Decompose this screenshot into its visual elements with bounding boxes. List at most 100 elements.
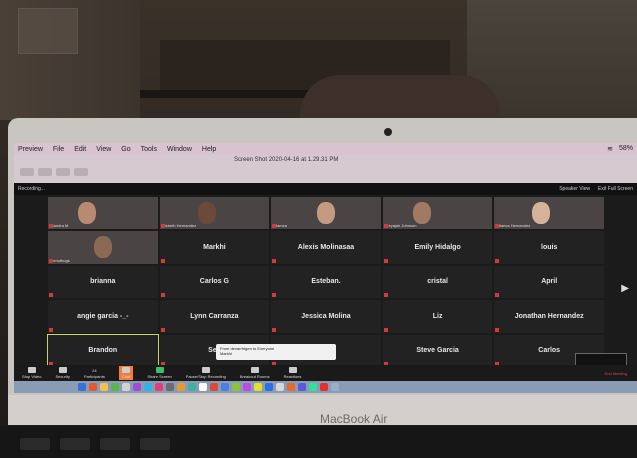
dock-app-icon[interactable] bbox=[221, 383, 229, 391]
participant-tile[interactable]: Emily Hidalgo bbox=[382, 231, 493, 264]
chat-icon bbox=[122, 367, 131, 373]
dock-app-icon[interactable] bbox=[265, 383, 273, 391]
participant-name: Alexis Molinasaa bbox=[297, 244, 355, 252]
participant-video bbox=[532, 202, 551, 224]
muted-mic-icon bbox=[49, 293, 53, 298]
participant-tile[interactable]: angie garcia -_- bbox=[48, 300, 158, 333]
participant-tile[interactable]: Lynn Carranza bbox=[159, 300, 270, 333]
zoom-in-button[interactable] bbox=[56, 168, 70, 176]
dock-app-icon[interactable] bbox=[100, 383, 108, 391]
dock-app-icon[interactable] bbox=[122, 383, 130, 391]
laptop-keyboard bbox=[0, 426, 637, 458]
participant-tile[interactable]: Carlos G bbox=[159, 265, 270, 299]
participant-name: louis bbox=[541, 244, 558, 252]
photo-scene: Preview File Edit View Go Tools Window H… bbox=[0, 0, 637, 458]
reactions-button[interactable]: Reactions bbox=[284, 367, 301, 379]
chat-label: Chat bbox=[121, 374, 131, 379]
sidebar-toggle-button[interactable] bbox=[20, 168, 34, 176]
breakout-rooms-button[interactable]: Breakout Rooms bbox=[240, 367, 270, 379]
speaker-view-button[interactable]: Speaker View bbox=[559, 186, 590, 192]
menu-window[interactable]: Window bbox=[167, 146, 192, 153]
dock-app-icon[interactable] bbox=[287, 383, 295, 391]
participant-tile[interactable]: louis bbox=[494, 231, 604, 264]
participant-tile[interactable]: Markhi bbox=[159, 231, 270, 264]
keyboard-key bbox=[140, 438, 170, 450]
muted-mic-icon bbox=[160, 224, 165, 229]
participant-grid: Sandra M Lisbeth Hernandez Hamza Keyajah Jo… bbox=[47, 197, 604, 369]
chat-button[interactable]: Chat bbox=[118, 366, 134, 380]
muted-mic-icon bbox=[495, 258, 500, 263]
participant-tile[interactable]: brianna bbox=[48, 265, 158, 299]
dock-app-icon[interactable] bbox=[254, 383, 262, 391]
security-button[interactable]: Security bbox=[56, 367, 70, 379]
dock-app-icon[interactable] bbox=[298, 383, 306, 391]
next-page-icon[interactable]: ▶ bbox=[621, 283, 629, 294]
participant-name: Jessica Molina bbox=[301, 312, 351, 320]
menu-help[interactable]: Help bbox=[202, 146, 216, 153]
dock-app-icon[interactable] bbox=[144, 383, 152, 391]
participant-name: Steve Garcia bbox=[416, 347, 459, 355]
participant-tile[interactable]: Steve Garcia bbox=[382, 334, 493, 367]
muted-mic-icon bbox=[49, 258, 53, 263]
menu-go[interactable]: Go bbox=[121, 146, 130, 153]
dock-app-icon[interactable] bbox=[210, 383, 218, 391]
camera-icon bbox=[384, 128, 392, 136]
end-meeting-button[interactable]: End Meeting bbox=[605, 371, 627, 376]
menubar-status: ≋ 58% bbox=[607, 145, 637, 153]
participant-tile[interactable]: Alexis Molinasaa bbox=[271, 231, 381, 264]
dock-app-icon[interactable] bbox=[276, 383, 284, 391]
muted-mic-icon bbox=[272, 293, 277, 298]
dock-app-icon[interactable] bbox=[111, 383, 119, 391]
participant-tile[interactable]: Esteban. bbox=[271, 265, 381, 299]
participants-label: Participants bbox=[83, 373, 105, 379]
participant-name: brianna bbox=[90, 278, 116, 286]
dock-app-icon[interactable] bbox=[166, 383, 174, 391]
share-screen-button[interactable]: Share Screen bbox=[147, 367, 172, 379]
keyboard-key bbox=[100, 438, 130, 450]
participant-tile[interactable]: Hamza bbox=[271, 197, 381, 230]
participants-button[interactable]: 24 Participants bbox=[84, 368, 105, 379]
dock-app-icon[interactable] bbox=[155, 383, 163, 391]
menu-file[interactable]: File bbox=[53, 146, 64, 153]
participant-tile[interactable]: Lisbeth Hernandez bbox=[159, 197, 270, 230]
wall-poster bbox=[18, 8, 78, 54]
dock-app-icon[interactable] bbox=[133, 383, 141, 391]
chat-notification-sender: Markhi bbox=[220, 351, 233, 356]
participant-tile[interactable]: Jonathan Hernandez bbox=[494, 300, 604, 333]
dock-app-icon[interactable] bbox=[232, 383, 240, 391]
participant-tile[interactable]: Keyajah Johnson bbox=[382, 197, 493, 230]
dock-app-icon[interactable] bbox=[89, 383, 97, 391]
pause-recording-button[interactable]: Pause/Stop Recording bbox=[186, 367, 226, 379]
participant-tile[interactable]: Brandon bbox=[47, 333, 159, 369]
participant-tile[interactable]: Liz bbox=[382, 300, 493, 333]
chat-notification[interactable]: From devarrhtgen to Everyone Markhi bbox=[216, 344, 336, 360]
stop-video-label: Stop Video bbox=[22, 374, 42, 379]
pause-icon bbox=[201, 367, 210, 373]
dock-app-icon[interactable] bbox=[199, 383, 207, 391]
dock-app-icon[interactable] bbox=[78, 383, 86, 391]
participant-tile[interactable]: denuthugs bbox=[48, 231, 158, 264]
menu-preview[interactable]: Preview bbox=[18, 146, 43, 153]
dock-app-icon[interactable] bbox=[243, 383, 251, 391]
exit-fullscreen-button[interactable]: Exit Full Screen bbox=[598, 186, 633, 192]
pause-recording-label: Pause/Stop Recording bbox=[185, 374, 226, 379]
menu-view[interactable]: View bbox=[96, 146, 111, 153]
share-button[interactable] bbox=[74, 168, 88, 176]
dock-app-icon[interactable] bbox=[177, 383, 185, 391]
keyboard-key bbox=[20, 438, 50, 450]
participant-name: Lynn Carranza bbox=[190, 312, 239, 320]
participant-tile[interactable]: Jessica Molina bbox=[271, 300, 381, 333]
participant-tile[interactable]: April bbox=[494, 265, 604, 299]
menu-tools[interactable]: Tools bbox=[141, 146, 157, 153]
menu-edit[interactable]: Edit bbox=[74, 146, 86, 153]
participant-tile[interactable]: Bianca Hernandez bbox=[494, 197, 604, 230]
participant-tile[interactable]: Sandra M bbox=[48, 197, 158, 230]
dock-app-icon[interactable] bbox=[309, 383, 317, 391]
dock-app-icon[interactable] bbox=[320, 383, 328, 391]
stop-video-button[interactable]: Stop Video bbox=[22, 367, 42, 379]
laptop-brand: MacBook Air bbox=[320, 412, 388, 426]
participant-tile[interactable]: cristal bbox=[382, 265, 493, 299]
zoom-out-button[interactable] bbox=[38, 168, 52, 176]
dock-app-icon[interactable] bbox=[188, 383, 196, 391]
dock-app-icon[interactable] bbox=[331, 383, 339, 391]
